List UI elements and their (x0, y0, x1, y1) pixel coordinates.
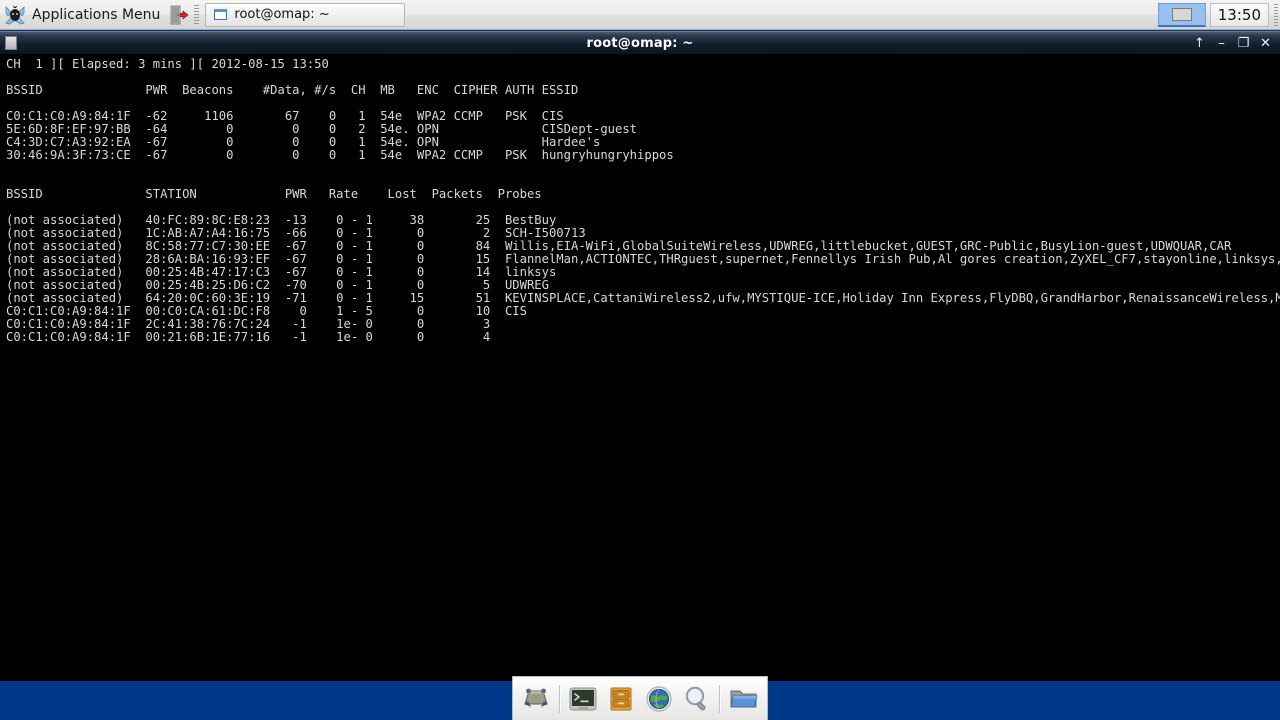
show-desktop-icon (521, 686, 551, 712)
ap-row: 30:46:9A:3F:73:CE -67 0 0 0 1 54e WPA2 C… (6, 148, 674, 162)
ap-table-header: BSSID PWR Beacons #Data, #/s CH MB ENC C… (6, 83, 579, 97)
clock[interactable]: 13:50 (1209, 2, 1269, 27)
blank-line-3 (6, 162, 1280, 175)
dock-separator (719, 684, 722, 713)
logout-door-icon (169, 4, 189, 26)
terminal-screen[interactable]: CH 1 ][ Elapsed: 3 mins ][ 2012-08-15 13… (0, 54, 1280, 681)
file-archive-icon (607, 686, 635, 712)
terminal-icon (568, 686, 598, 712)
applications-menu-button[interactable]: Applications Menu (0, 1, 166, 29)
taskbar-window-button[interactable]: root@omap: ~ (205, 2, 406, 27)
dock-item-web-browser[interactable] (642, 682, 676, 716)
shade-button[interactable]: ↑ (1193, 37, 1206, 50)
panel-handle[interactable] (1274, 3, 1278, 26)
station-table-header: BSSID STATION PWR Rate Lost Packets Prob… (6, 187, 542, 201)
logout-button[interactable] (166, 2, 192, 28)
panel-separator (194, 4, 200, 25)
dock-item-search[interactable] (680, 682, 714, 716)
top-panel: Applications Menu root@omap: ~ 13:50 (0, 0, 1280, 30)
maximize-button[interactable]: ❐ (1237, 37, 1250, 50)
window-titlebar[interactable]: root@omap: ~ ↑ – ❐ ✕ (0, 31, 1280, 54)
applications-menu-label: Applications Menu (32, 6, 161, 23)
file-manager-icon (729, 686, 759, 712)
minimize-button[interactable]: – (1215, 37, 1228, 50)
terminal-window: root@omap: ~ ↑ – ❐ ✕ CH 1 ][ Elapsed: 3 … (0, 31, 1280, 681)
dock-item-file-archive[interactable] (604, 682, 638, 716)
taskbar-window-label: root@omap: ~ (234, 7, 330, 22)
station-row: C0:C1:C0:A9:84:1F 00:21:6B:1E:77:16 -1 1… (6, 330, 491, 344)
desktop: Applications Menu root@omap: ~ 13:50 roo… (0, 0, 1280, 720)
workspace-pager[interactable] (1157, 2, 1206, 27)
window-controls: ↑ – ❐ ✕ (1193, 37, 1280, 50)
window-icon (214, 9, 228, 20)
web-browser-icon (645, 685, 673, 713)
dock-item-file-manager[interactable] (727, 682, 761, 716)
dock-item-terminal[interactable] (567, 682, 601, 716)
airodump-status-line: CH 1 ][ Elapsed: 3 mins ][ 2012-08-15 13… (6, 57, 329, 71)
panel-right-area: 13:50 (1157, 0, 1280, 29)
xfce-mouse-icon (4, 4, 26, 26)
dock-separator (558, 684, 561, 713)
bottom-dock (512, 676, 768, 720)
search-icon (683, 685, 711, 713)
dock-item-show-desktop[interactable] (519, 682, 553, 716)
close-button[interactable]: ✕ (1259, 37, 1272, 50)
pager-window-icon (1171, 7, 1192, 21)
window-menu-icon[interactable] (5, 36, 17, 50)
window-title: root@omap: ~ (586, 35, 694, 51)
